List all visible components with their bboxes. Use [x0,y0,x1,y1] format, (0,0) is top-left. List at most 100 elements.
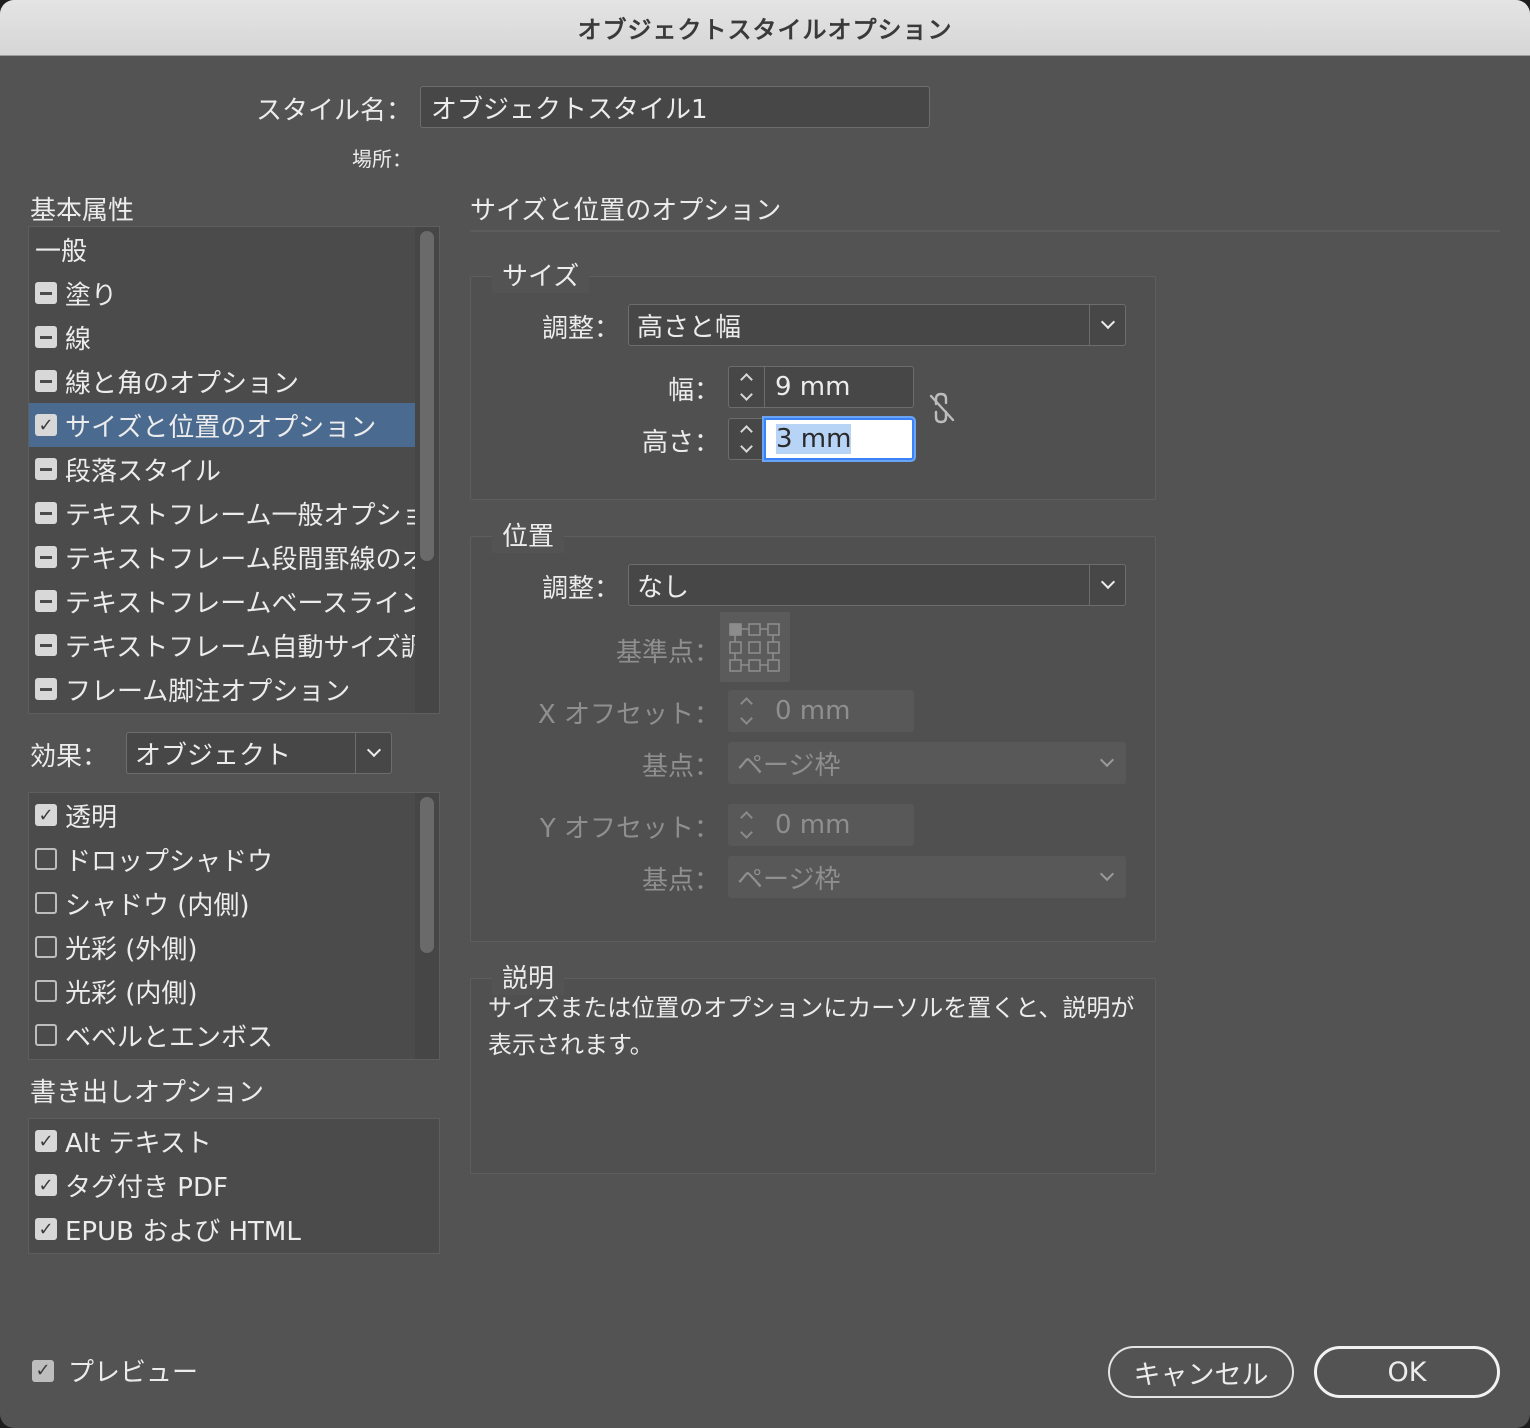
panel-title-divider [470,230,1500,232]
height-stepper[interactable] [728,418,764,460]
y-base-dropdown[interactable]: ページ枠 [728,856,1126,898]
empty-checkbox-icon[interactable] [35,980,57,1002]
export-options-list: ✓ Alt テキスト ✓ タグ付き PDF ✓ EPUB および HTML [28,1118,440,1254]
list-item-text-frame-baseline[interactable]: テキストフレームベースライン [29,579,415,623]
y-offset-stepper[interactable] [728,804,764,846]
effects-list-scroll-thumb[interactable] [420,797,434,953]
checkmark-checkbox-icon[interactable]: ✓ [35,1218,57,1240]
list-item-fill[interactable]: 塗り [29,271,415,315]
reference-point-grid-icon [720,612,790,682]
window-title: オブジェクトスタイルオプション [577,16,953,44]
checkmark-checkbox-icon[interactable]: ✓ [35,1130,57,1152]
effect-item-bevel-emboss[interactable]: ベベルとエンボス [29,1013,415,1057]
y-offset-spinner[interactable]: 0 mm [728,804,914,846]
preview-label: プレビュー [68,1358,199,1388]
preview-toggle[interactable]: ✓ プレビュー [32,1352,198,1389]
position-adjust-label: 調整： [541,574,620,604]
effect-item-drop-shadow[interactable]: ドロップシャドウ [29,837,415,881]
list-item-general[interactable]: 一般 [29,227,415,271]
y-offset-input[interactable]: 0 mm [764,804,914,846]
checkmark-checkbox-icon[interactable]: ✓ [35,414,57,436]
height-label: 高さ： [641,428,720,458]
chevron-down-icon [1099,752,1115,768]
export-item-epub-html[interactable]: ✓ EPUB および HTML [29,1207,437,1251]
minus-checkbox-icon[interactable] [35,590,57,612]
list-item-size-position[interactable]: ✓ サイズと位置のオプション [29,403,415,447]
unlink-chain-icon[interactable] [926,390,958,426]
export-item-tagged-pdf[interactable]: ✓ タグ付き PDF [29,1163,437,1207]
ok-button[interactable]: OK [1314,1346,1500,1398]
style-name-input[interactable]: オブジェクトスタイル1 [420,86,930,128]
chevron-down-icon [366,742,381,758]
minus-checkbox-icon[interactable] [35,678,57,700]
basic-list-scroll-thumb[interactable] [420,231,434,561]
title-bar[interactable]: オブジェクトスタイルオプション [0,0,1530,56]
effect-item-transparency[interactable]: ✓ 透明 [29,793,415,837]
list-item-text-frame-general[interactable]: テキストフレーム一般オプショ [29,491,415,535]
empty-checkbox-icon[interactable] [35,936,57,958]
height-input[interactable]: 3 mm [764,418,914,460]
effects-list-scrollbar[interactable] [415,793,439,1059]
size-group-title: サイズ [492,256,590,293]
chevron-up-icon[interactable] [740,425,753,438]
chevron-down-icon [1099,866,1115,882]
chevron-down-icon[interactable] [740,712,753,725]
minus-checkbox-icon[interactable] [35,502,57,524]
chevron-down-icon [1100,574,1115,590]
minus-checkbox-icon[interactable] [35,370,57,392]
list-item-frame-footnote[interactable]: フレーム脚注オプション [29,667,415,711]
list-item-stroke[interactable]: 線 [29,315,415,359]
checkmark-checkbox-icon[interactable]: ✓ [35,804,57,826]
chevron-down-icon[interactable] [740,826,753,839]
empty-checkbox-icon[interactable] [35,1024,57,1046]
chevron-down-icon[interactable] [740,388,753,401]
list-item-stroke-corner[interactable]: 線と角のオプション [29,359,415,403]
panel-title: サイズと位置のオプション [470,196,782,226]
checkmark-checkbox-icon[interactable]: ✓ [32,1359,54,1382]
height-spinner[interactable]: 3 mm [728,418,914,460]
minus-checkbox-icon[interactable] [35,546,57,568]
position-adjust-dropdown[interactable]: なし [628,564,1126,606]
effects-list: ✓ 透明 ドロップシャドウ シャドウ (内側) 光彩 (外側) 光彩 (内側) … [28,792,440,1060]
x-offset-stepper[interactable] [728,690,764,732]
location-label: 場所： [352,147,412,171]
basic-list-scrollbar[interactable] [415,227,439,713]
description-text: サイズまたは位置のオプションにカーソルを置くと、説明が 表示されます。 [488,994,1135,1059]
minus-checkbox-icon[interactable] [35,458,57,480]
chevron-down-icon[interactable] [740,440,753,453]
effect-item-inner-glow[interactable]: 光彩 (内側) [29,969,415,1013]
width-stepper[interactable] [728,366,764,408]
effects-label: 効果： [30,742,109,772]
minus-checkbox-icon[interactable] [35,634,57,656]
list-item-text-frame-autosize[interactable]: テキストフレーム自動サイズ調 [29,623,415,667]
object-style-options-dialog: オブジェクトスタイルオプション スタイル名： オブジェクトスタイル1 場所： 基… [0,0,1530,1428]
x-offset-input[interactable]: 0 mm [764,690,914,732]
y-offset-label: Y オフセット： [539,814,720,844]
export-item-alt-text[interactable]: ✓ Alt テキスト [29,1119,437,1163]
list-item-paragraph-style[interactable]: 段落スタイル [29,447,415,491]
effect-item-outer-glow[interactable]: 光彩 (外側) [29,925,415,969]
cancel-button[interactable]: キャンセル [1108,1346,1294,1398]
checkmark-checkbox-icon[interactable]: ✓ [35,1174,57,1196]
size-adjust-dropdown[interactable]: 高さと幅 [628,304,1126,346]
width-input[interactable]: 9 mm [764,366,914,408]
empty-checkbox-icon[interactable] [35,892,57,914]
x-base-dropdown[interactable]: ページ枠 [728,742,1126,784]
width-spinner[interactable]: 9 mm [728,366,914,408]
x-base-label: 基点： [641,752,720,782]
chevron-up-icon[interactable] [740,373,753,386]
chevron-up-icon[interactable] [740,697,753,710]
empty-checkbox-icon[interactable] [35,848,57,870]
list-item-text-frame-column-rule[interactable]: テキストフレーム段間罫線のオ [29,535,415,579]
basic-attributes-list: 一般 塗り 線 線と角のオプション ✓ サイズと位置のオプション 段落スタイル … [28,226,440,714]
chevron-down-icon [1100,314,1115,330]
x-offset-spinner[interactable]: 0 mm [728,690,914,732]
x-offset-label: X オフセット： [537,700,720,730]
effect-item-inner-shadow[interactable]: シャドウ (内側) [29,881,415,925]
chevron-up-icon[interactable] [740,811,753,824]
effects-target-dropdown[interactable]: オブジェクト [126,732,392,774]
reference-point-label: 基準点： [615,638,720,668]
minus-checkbox-icon[interactable] [35,326,57,348]
minus-checkbox-icon[interactable] [35,282,57,304]
y-base-label: 基点： [641,866,720,896]
